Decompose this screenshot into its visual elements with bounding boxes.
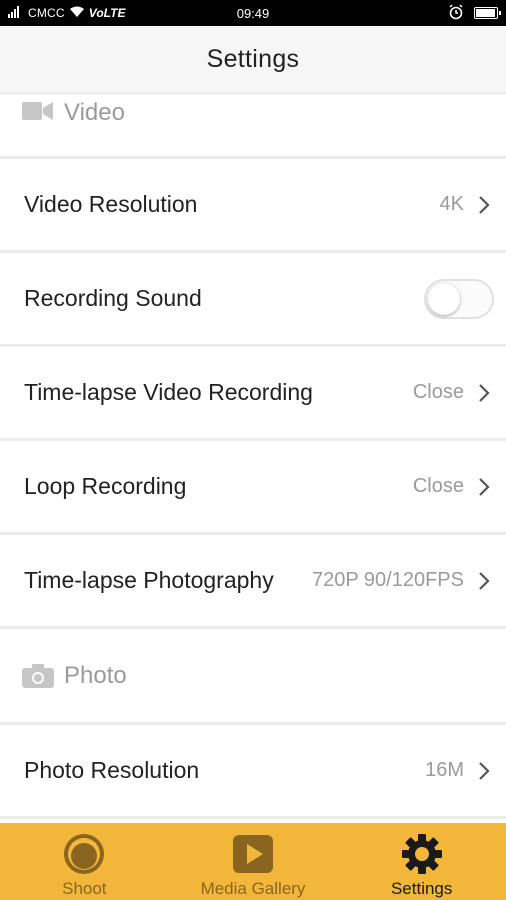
row-label: Photo Resolution — [24, 757, 200, 783]
status-bar: CMCC VoLTE 09:49 — [0, 0, 506, 26]
row-value: Close — [412, 475, 464, 497]
chevron-right-icon — [474, 571, 494, 591]
app-header: Settings — [0, 26, 506, 94]
tab-label: Settings — [390, 879, 453, 898]
video-camera-icon — [22, 99, 54, 123]
wifi-icon — [69, 6, 85, 21]
row-value: Close — [412, 381, 464, 403]
tab-settings[interactable]: Settings — [337, 823, 506, 900]
section-title-photo: Photo — [64, 661, 127, 689]
chevron-right-icon — [474, 383, 494, 403]
battery-icon — [474, 7, 501, 19]
signal-icon — [8, 5, 24, 21]
tab-media-gallery[interactable]: Media Gallery — [169, 823, 338, 900]
alarm-icon — [448, 3, 464, 23]
time-lapse-photography-row[interactable]: Time-lapse Photography 720P 90/120FPS — [0, 535, 506, 629]
tab-label: Media Gallery — [200, 879, 306, 898]
chevron-right-icon — [474, 761, 494, 781]
status-right — [448, 3, 501, 23]
gear-icon — [399, 831, 445, 877]
section-header-photo: Photo — [0, 629, 506, 725]
settings-list[interactable]: Video Video Resolution 4K Recording Soun… — [0, 95, 506, 823]
photo-resolution-row[interactable]: Photo Resolution 16M — [0, 725, 506, 819]
shoot-icon — [61, 831, 107, 877]
play-icon — [230, 831, 276, 877]
camera-icon — [22, 663, 54, 688]
page-title: Settings — [206, 45, 300, 73]
section-title-video: Video — [64, 99, 125, 126]
recording-sound-toggle[interactable] — [424, 278, 494, 319]
network-type: VoLTE — [88, 6, 126, 20]
loop-recording-row[interactable]: Loop Recording Close — [0, 441, 506, 535]
chevron-right-icon — [474, 477, 494, 497]
chevron-right-icon — [474, 195, 494, 215]
row-label: Time-lapse Photography — [24, 567, 274, 593]
row-value: 720P 90/120FPS — [312, 569, 464, 591]
bottom-tab-bar: Shoot Media Gallery Settings — [0, 823, 506, 900]
row-label: Time-lapse Video Recording — [24, 379, 313, 405]
carrier-name: CMCC — [28, 6, 65, 20]
battery-fill — [476, 9, 495, 17]
tab-label: Shoot — [62, 879, 107, 898]
row-value: 4K — [439, 193, 464, 215]
recording-sound-row: Recording Sound — [0, 253, 506, 347]
row-label: Recording Sound — [24, 285, 202, 311]
section-header-video: Video — [0, 95, 506, 159]
time-lapse-video-recording-row[interactable]: Time-lapse Video Recording Close — [0, 347, 506, 441]
tab-shoot[interactable]: Shoot — [0, 823, 169, 900]
row-label: Video Resolution — [24, 191, 198, 217]
toggle-knob — [428, 282, 460, 315]
video-resolution-row[interactable]: Video Resolution 4K — [0, 159, 506, 253]
status-left: CMCC VoLTE — [8, 5, 208, 21]
row-value: 16M — [425, 759, 464, 781]
row-label: Loop Recording — [24, 473, 187, 499]
